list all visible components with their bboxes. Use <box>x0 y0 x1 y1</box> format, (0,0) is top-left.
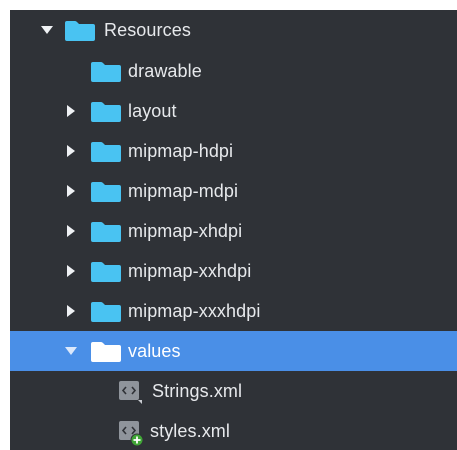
tree-row-styles-xml[interactable]: styles.xml <box>10 411 457 450</box>
chevron-right-icon[interactable] <box>67 145 75 157</box>
tree-row-label: layout <box>128 101 177 121</box>
folder-icon <box>90 141 122 163</box>
folder-icon <box>90 221 122 243</box>
xml-file-icon <box>118 379 142 404</box>
tree-row-values[interactable]: values <box>10 331 457 371</box>
tree-row-label: Resources <box>104 20 191 40</box>
folder-icon <box>90 61 122 83</box>
folder-icon <box>90 341 122 363</box>
chevron-right-icon[interactable] <box>67 305 75 317</box>
tree-row-mipmap-mdpi[interactable]: mipmap-mdpi <box>10 171 457 211</box>
tree-row-mipmap-xhdpi[interactable]: mipmap-xhdpi <box>10 211 457 251</box>
folder-icon <box>90 301 122 323</box>
tree-row-label: mipmap-xhdpi <box>128 221 243 241</box>
tree-row-label: drawable <box>128 61 202 81</box>
folder-icon <box>64 20 96 42</box>
tree-row-label: mipmap-xxhdpi <box>128 261 252 281</box>
tree-row-strings-xml[interactable]: Strings.xml <box>10 371 457 411</box>
file-tree-panel: Resources drawable layout mipmap-hdpi mi… <box>10 10 457 450</box>
chevron-down-icon[interactable] <box>41 26 53 34</box>
folder-icon <box>90 101 122 123</box>
tree-row-label: mipmap-mdpi <box>128 181 239 201</box>
folder-icon <box>90 261 122 283</box>
tree-row-resources[interactable]: Resources <box>10 10 457 50</box>
xml-file-add-icon <box>118 419 144 447</box>
chevron-right-icon[interactable] <box>67 265 75 277</box>
tree-row-label: mipmap-hdpi <box>128 141 234 161</box>
tree-row-label: styles.xml <box>150 421 231 441</box>
chevron-right-icon[interactable] <box>67 225 75 237</box>
tree-row-mipmap-hdpi[interactable]: mipmap-hdpi <box>10 131 457 171</box>
tree-row-drawable[interactable]: drawable <box>10 51 457 91</box>
chevron-down-icon[interactable] <box>65 347 77 355</box>
chevron-right-icon[interactable] <box>67 185 75 197</box>
tree-row-mipmap-xxxhdpi[interactable]: mipmap-xxxhdpi <box>10 291 457 331</box>
tree-row-label: Strings.xml <box>152 381 243 401</box>
tree-row-label: mipmap-xxxhdpi <box>128 301 261 321</box>
chevron-right-icon[interactable] <box>67 105 75 117</box>
tree-row-label: values <box>128 341 181 361</box>
tree-row-mipmap-xxhdpi[interactable]: mipmap-xxhdpi <box>10 251 457 291</box>
tree-row-layout[interactable]: layout <box>10 91 457 131</box>
folder-icon <box>90 181 122 203</box>
